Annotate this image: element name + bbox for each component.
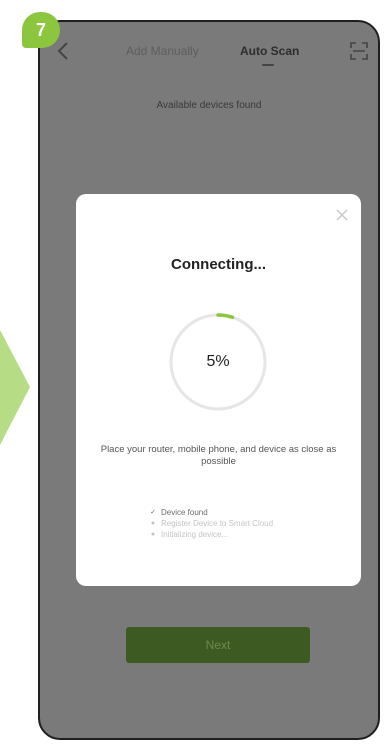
step-item: ✓ Device found bbox=[148, 507, 348, 518]
scan-frame-icon[interactable] bbox=[350, 42, 368, 60]
green-arrow-icon bbox=[0, 330, 30, 445]
tab-auto-scan[interactable]: Auto Scan bbox=[240, 44, 299, 58]
connection-steps-list: ✓ Device found ● Register Device to Smar… bbox=[148, 507, 348, 540]
tab-add-manually[interactable]: Add Manually bbox=[126, 44, 199, 58]
next-button[interactable]: Next bbox=[126, 627, 310, 663]
step-status-icon: ● bbox=[150, 531, 156, 538]
step-status-icon: ● bbox=[150, 520, 156, 527]
close-icon[interactable] bbox=[335, 208, 349, 222]
step-label: Initializing device... bbox=[161, 530, 229, 539]
step-item: ● Register Device to Smart Cloud bbox=[148, 518, 348, 529]
step-item: ● Initializing device... bbox=[148, 529, 348, 540]
step-label: Device found bbox=[161, 508, 208, 517]
active-tab-indicator bbox=[262, 64, 274, 66]
proximity-hint-text: Place your router, mobile phone, and dev… bbox=[100, 444, 337, 467]
step-number-badge: 7 bbox=[22, 12, 60, 48]
dialog-title: Connecting... bbox=[171, 256, 266, 273]
chevron-left-icon[interactable] bbox=[54, 40, 74, 62]
available-devices-text: Available devices found bbox=[156, 100, 262, 111]
step-label: Register Device to Smart Cloud bbox=[161, 519, 274, 528]
screenshot-canvas: 7 Add Manually Auto Scan Available devic… bbox=[0, 0, 386, 745]
connecting-dialog: Connecting... 5% Place your router, mobi… bbox=[76, 194, 361, 586]
phone-frame: Add Manually Auto Scan Available devices… bbox=[38, 20, 380, 740]
progress-percentage: 5% bbox=[206, 353, 230, 370]
step-status-icon: ✓ bbox=[150, 509, 156, 516]
top-navigation-bar: Add Manually Auto Scan bbox=[40, 36, 378, 66]
